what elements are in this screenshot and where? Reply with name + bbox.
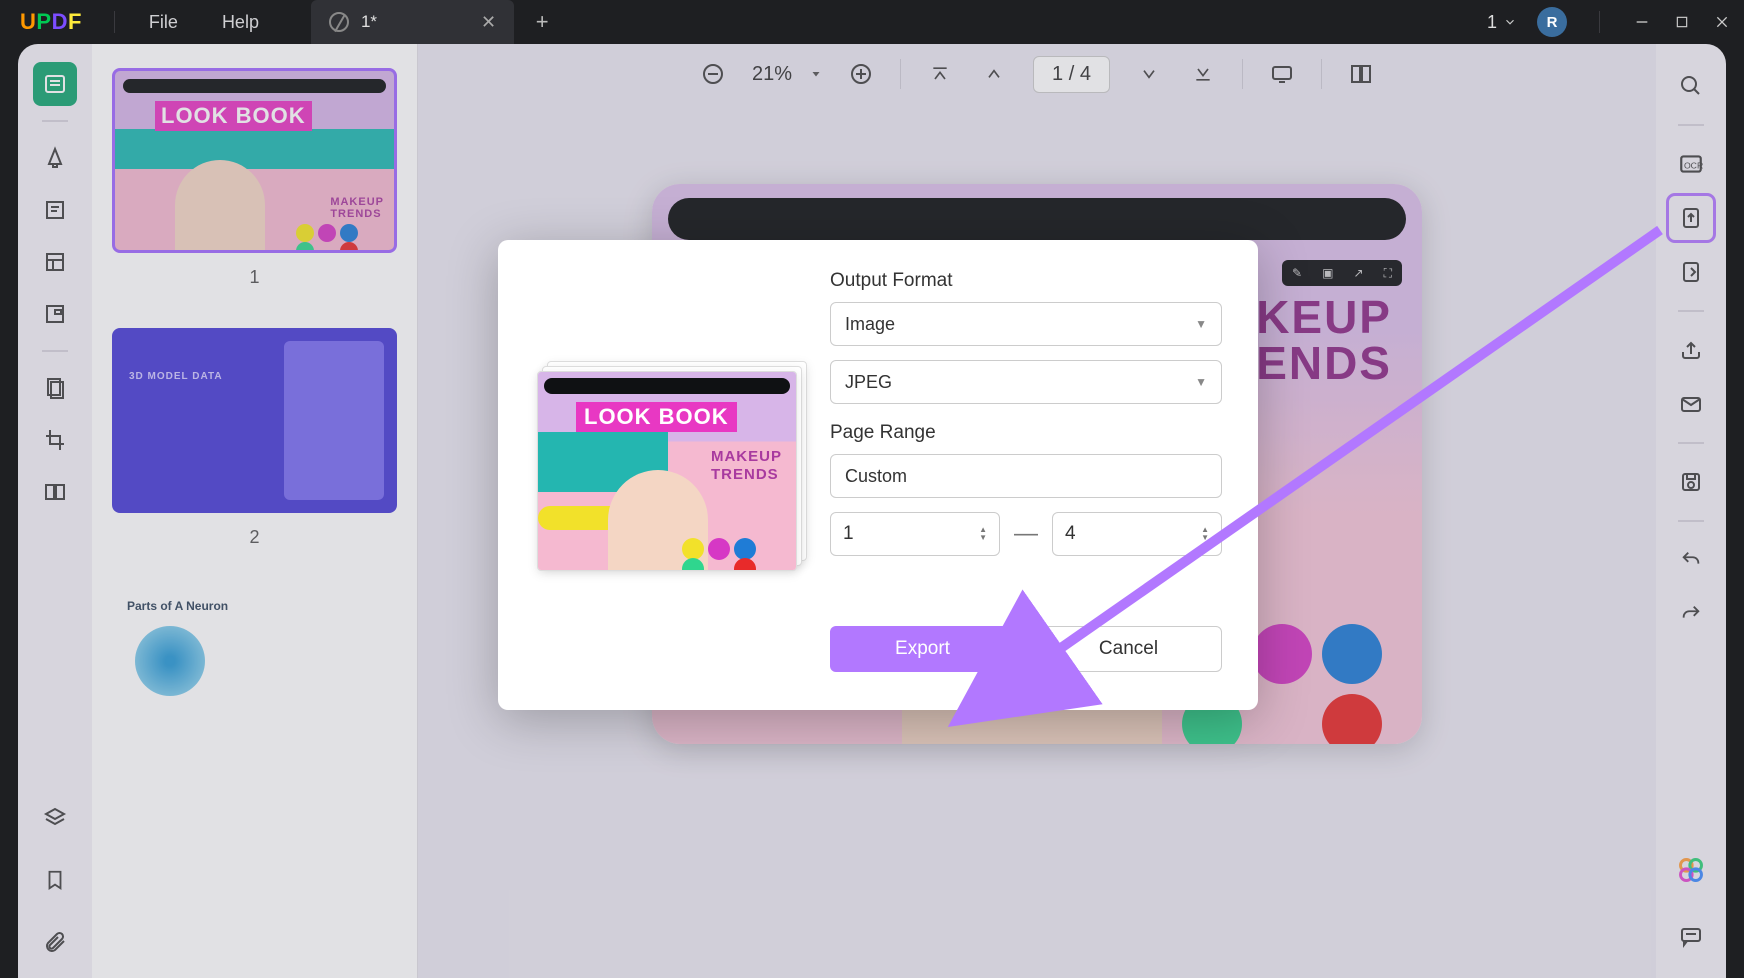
range-from-input[interactable]: 1 ▲▼ [830,512,1000,556]
page-range-select[interactable]: Custom▼ [830,454,1222,498]
app-logo: UPDF [20,9,82,35]
window-maximize-button[interactable] [1672,12,1692,32]
new-tab-button[interactable]: + [528,8,556,36]
tab-close-icon[interactable]: ✕ [481,12,496,33]
output-type-select[interactable]: Image▼ [830,302,1222,346]
preview-title: LOOK BOOK [576,402,737,432]
export-preview: LOOK BOOK MAKEUPTRENDS [534,270,800,672]
page-range-label: Page Range [830,422,1222,444]
range-dash: — [1014,520,1038,548]
stepper-icon[interactable]: ▲▼ [979,526,987,542]
stepper-icon[interactable]: ▲▼ [1201,526,1209,542]
divider [114,11,115,33]
preview-subtitle: MAKEUPTRENDS [711,448,782,484]
chevron-down-icon: ▼ [1195,317,1207,331]
user-avatar[interactable]: R [1537,7,1567,37]
open-docs-dropdown[interactable]: 1 [1487,12,1517,33]
window-minimize-button[interactable] [1632,12,1652,32]
tab-doc-icon [329,12,349,32]
output-format-label: Output Format [830,270,1222,292]
divider [1599,11,1600,33]
document-tab[interactable]: 1* ✕ [311,0,514,44]
menu-file[interactable]: File [127,12,200,33]
tabstrip: 1* ✕ + [311,0,556,44]
menu-help[interactable]: Help [200,12,281,33]
export-dialog: LOOK BOOK MAKEUPTRENDS Output Format Ima… [498,240,1258,710]
app-body: LOOK BOOK MAKEUP TRENDS 1 3D MODEL DATA … [18,44,1726,978]
titlebar: UPDF File Help 1* ✕ + 1 R [0,0,1744,44]
window-close-button[interactable] [1712,12,1732,32]
range-to-input[interactable]: 4 ▲▼ [1052,512,1222,556]
export-form: Output Format Image▼ JPEG▼ Page Range Cu… [830,270,1222,672]
cancel-button[interactable]: Cancel [1035,626,1222,672]
tab-title: 1* [361,12,377,32]
chevron-down-icon: ▼ [1195,375,1207,389]
export-confirm-button[interactable]: Export [830,626,1015,672]
image-format-select[interactable]: JPEG▼ [830,360,1222,404]
